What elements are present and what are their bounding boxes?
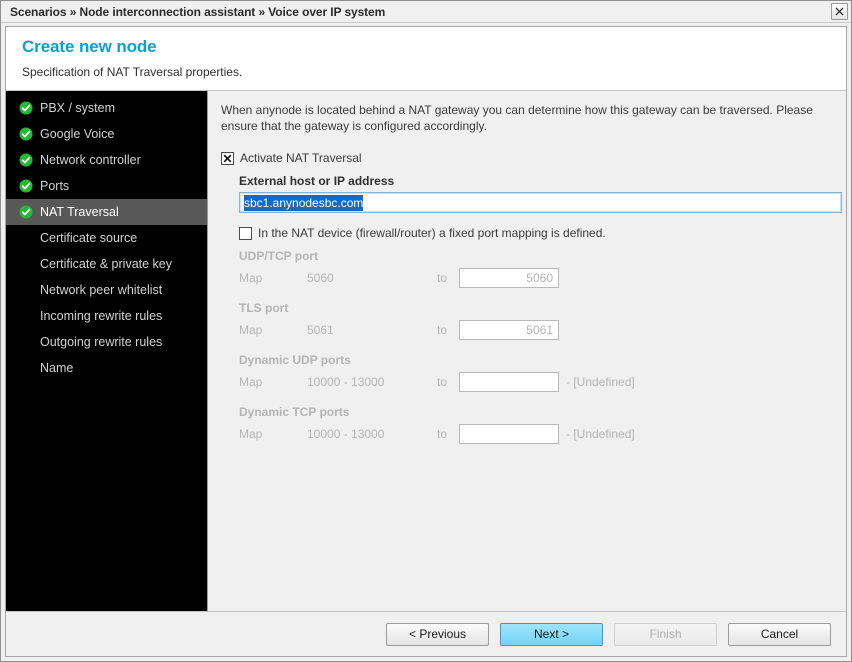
external-host-value: sbc1.anynodesbc.com: [244, 194, 364, 211]
check-circle-icon: [18, 179, 33, 194]
page-subtitle: Specification of NAT Traversal propertie…: [22, 65, 243, 79]
port-from-value: 5061: [307, 323, 334, 337]
step-placeholder-icon: [18, 335, 33, 350]
sidebar-item-incoming-rewrite-rules[interactable]: Incoming rewrite rules: [6, 303, 207, 329]
dialog-body: PBX / system Google Voice Network contro…: [6, 91, 846, 611]
sidebar-item-certificate-source[interactable]: Certificate source: [6, 225, 207, 251]
step-placeholder-icon: [18, 283, 33, 298]
checkbox-box-unchecked: [239, 227, 252, 240]
check-circle-icon: [18, 101, 33, 116]
activate-nat-traversal-checkbox[interactable]: Activate NAT Traversal: [221, 151, 830, 165]
port-row: Map 10000 - 13000 to - [Undefined]: [239, 372, 830, 392]
wizard-step-sidebar: PBX / system Google Voice Network contro…: [6, 91, 208, 611]
x-mark-icon: [223, 154, 232, 163]
port-group-udp-tcp: UDP/TCP port Map 5060 to 5060: [239, 249, 830, 288]
fixed-port-mapping-label: In the NAT device (firewall/router) a fi…: [258, 226, 606, 240]
sidebar-item-label: Incoming rewrite rules: [40, 309, 163, 323]
sidebar-item-certificate-private-key[interactable]: Certificate & private key: [6, 251, 207, 277]
sidebar-item-label: Outgoing rewrite rules: [40, 335, 163, 349]
settings-pane: When anynode is located behind a NAT gat…: [208, 91, 846, 611]
map-label: Map: [239, 427, 263, 441]
sidebar-item-label: Network peer whitelist: [40, 283, 163, 297]
step-placeholder-icon: [18, 309, 33, 324]
sidebar-item-network-controller[interactable]: Network controller: [6, 147, 207, 173]
port-to-input[interactable]: 5060: [459, 268, 559, 288]
map-label: Map: [239, 323, 263, 337]
port-group-tls: TLS port Map 5061 to 5061: [239, 301, 830, 340]
title-bar: Scenarios » Node interconnection assista…: [1, 1, 851, 23]
map-label: Map: [239, 375, 263, 389]
dialog-frame: Create new node Specification of NAT Tra…: [5, 26, 847, 657]
dialog-footer: < Previous Next > Finish Cancel: [6, 611, 846, 656]
step-placeholder-icon: [18, 257, 33, 272]
map-label: Map: [239, 271, 263, 285]
checkbox-box-checked: [221, 152, 234, 165]
port-row: Map 5061 to 5061: [239, 320, 830, 340]
sidebar-item-pbx-system[interactable]: PBX / system: [6, 95, 207, 121]
next-button[interactable]: Next >: [500, 622, 603, 646]
check-circle-icon: [18, 127, 33, 142]
sidebar-item-label: NAT Traversal: [40, 205, 119, 219]
sidebar-item-nat-traversal[interactable]: NAT Traversal: [6, 199, 207, 225]
sidebar-item-ports[interactable]: Ports: [6, 173, 207, 199]
port-group-dynamic-udp: Dynamic UDP ports Map 10000 - 13000 to -…: [239, 353, 830, 392]
step-placeholder-icon: [18, 361, 33, 376]
sidebar-item-label: Certificate & private key: [40, 257, 172, 271]
fixed-mapping-block: In the NAT device (firewall/router) a fi…: [239, 226, 830, 240]
port-from-value: 10000 - 13000: [307, 427, 385, 441]
sidebar-item-label: Name: [40, 361, 74, 375]
activate-nat-traversal-label: Activate NAT Traversal: [240, 151, 362, 165]
previous-button[interactable]: < Previous: [386, 622, 489, 646]
external-host-label: External host or IP address: [239, 174, 395, 188]
port-mapping-group: UDP/TCP port Map 5060 to 5060 TLS port M…: [239, 249, 830, 444]
port-from-value: 5060: [307, 271, 334, 285]
port-group-title: UDP/TCP port: [239, 249, 319, 263]
close-icon: [835, 7, 844, 16]
to-label: to: [437, 427, 448, 441]
external-host-input[interactable]: sbc1.anynodesbc.com: [239, 192, 842, 213]
sidebar-item-network-peer-whitelist[interactable]: Network peer whitelist: [6, 277, 207, 303]
port-row: Map 5060 to 5060: [239, 268, 830, 288]
port-from-value: 10000 - 13000: [307, 375, 385, 389]
to-label: to: [437, 375, 448, 389]
sidebar-item-name[interactable]: Name: [6, 355, 207, 381]
step-placeholder-icon: [18, 231, 33, 246]
port-suffix-label: - [Undefined]: [566, 427, 635, 441]
wizard-window: Scenarios » Node interconnection assista…: [0, 0, 852, 662]
port-to-input[interactable]: [459, 372, 559, 392]
page-title: Create new node: [22, 37, 157, 56]
close-button[interactable]: [831, 3, 848, 20]
sidebar-item-label: Network controller: [40, 153, 141, 167]
sidebar-item-label: Ports: [40, 179, 70, 193]
port-to-input[interactable]: [459, 424, 559, 444]
port-suffix-label: - [Undefined]: [566, 375, 635, 389]
port-group-title: Dynamic UDP ports: [239, 353, 351, 367]
dialog-header: Create new node Specification of NAT Tra…: [6, 27, 846, 91]
port-to-input[interactable]: 5061: [459, 320, 559, 340]
cancel-button[interactable]: Cancel: [728, 622, 831, 646]
external-host-field-block: External host or IP address sbc1.anynode…: [239, 174, 842, 213]
breadcrumb: Scenarios » Node interconnection assista…: [10, 4, 386, 19]
sidebar-item-label: Certificate source: [40, 231, 138, 245]
sidebar-item-google-voice[interactable]: Google Voice: [6, 121, 207, 147]
check-circle-icon: [18, 153, 33, 168]
to-label: to: [437, 271, 448, 285]
fixed-port-mapping-checkbox[interactable]: In the NAT device (firewall/router) a fi…: [239, 226, 830, 240]
sidebar-item-label: PBX / system: [40, 101, 116, 115]
sidebar-item-outgoing-rewrite-rules[interactable]: Outgoing rewrite rules: [6, 329, 207, 355]
port-group-title: Dynamic TCP ports: [239, 405, 350, 419]
finish-button: Finish: [614, 622, 717, 646]
port-group-dynamic-tcp: Dynamic TCP ports Map 10000 - 13000 to -…: [239, 405, 830, 444]
intro-text: When anynode is located behind a NAT gat…: [221, 103, 813, 133]
check-circle-icon: [18, 205, 33, 220]
sidebar-item-label: Google Voice: [40, 127, 115, 141]
to-label: to: [437, 323, 448, 337]
port-row: Map 10000 - 13000 to - [Undefined]: [239, 424, 830, 444]
port-group-title: TLS port: [239, 301, 289, 315]
